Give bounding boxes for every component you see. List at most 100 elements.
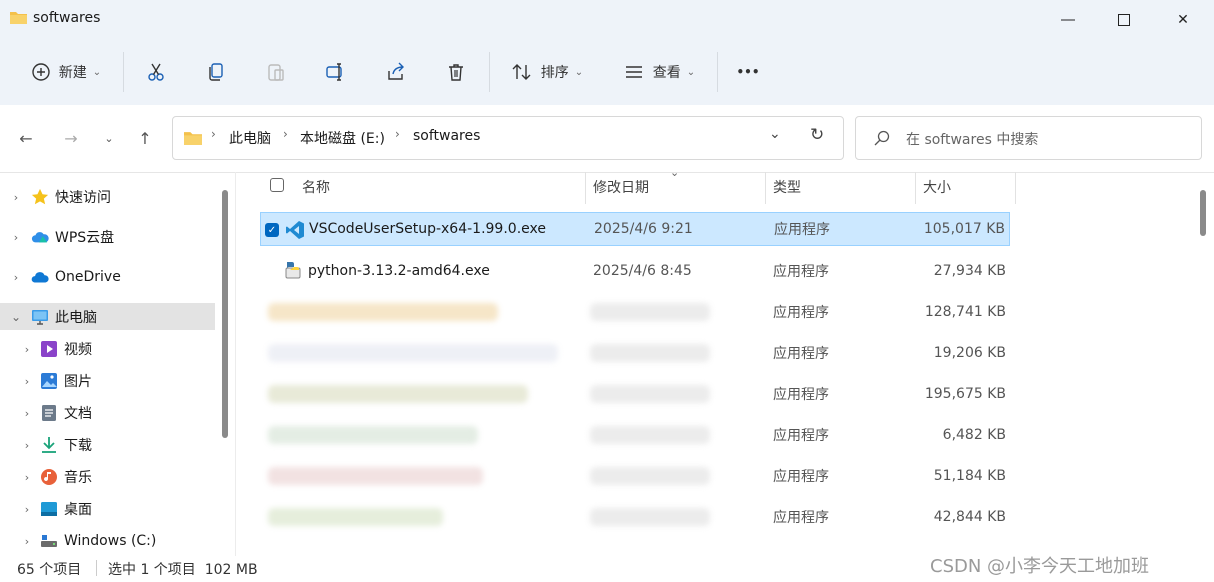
sidebar-item-desktop[interactable]: › 桌面 bbox=[0, 494, 215, 524]
new-button[interactable]: 新建 ⌄ bbox=[20, 50, 112, 94]
sort-label: 排序 bbox=[540, 65, 569, 81]
column-divider[interactable] bbox=[765, 172, 766, 204]
chevron-down-icon: ⌄ bbox=[10, 309, 22, 324]
back-button[interactable]: ← bbox=[12, 124, 40, 152]
cut-button[interactable] bbox=[138, 50, 174, 94]
sidebar-item-label: 快速访问 bbox=[55, 190, 111, 206]
breadcrumb-drive-e[interactable]: 本地磁盘 (E:) bbox=[300, 128, 385, 148]
column-divider[interactable] bbox=[915, 172, 916, 204]
sidebar-item-quick-access[interactable]: › 快速访问 bbox=[0, 182, 215, 212]
column-header-label: 修改日期 bbox=[593, 180, 649, 196]
address-history-button[interactable]: ⌄ bbox=[769, 126, 781, 142]
search-icon bbox=[874, 130, 890, 146]
cloud-icon bbox=[31, 228, 49, 246]
minimize-button[interactable]: ― bbox=[1045, 0, 1091, 40]
delete-button[interactable] bbox=[438, 50, 474, 94]
table-row[interactable]: 应用程序 6,482 KB bbox=[260, 418, 1010, 452]
close-button[interactable]: ✕ bbox=[1160, 0, 1206, 40]
chevron-right-icon: › bbox=[395, 127, 400, 141]
copy-button[interactable] bbox=[198, 50, 234, 94]
status-divider bbox=[96, 560, 97, 576]
column-header-size[interactable]: 大小 bbox=[923, 172, 951, 202]
search-placeholder: 在 softwares 中搜索 bbox=[906, 132, 1039, 148]
redacted-file-name bbox=[268, 508, 443, 526]
select-all-checkbox[interactable] bbox=[270, 178, 284, 192]
arrow-right-icon: → bbox=[64, 128, 78, 148]
document-icon bbox=[40, 404, 58, 422]
file-name: VSCodeUserSetup-x64-1.99.0.exe bbox=[309, 221, 546, 237]
redacted-file-date bbox=[590, 426, 710, 444]
column-header-name[interactable]: 名称 bbox=[302, 172, 330, 202]
search-box[interactable]: 在 softwares 中搜索 bbox=[855, 116, 1202, 160]
forward-button[interactable]: → bbox=[57, 124, 85, 152]
maximize-icon bbox=[1118, 14, 1130, 26]
paste-button[interactable] bbox=[258, 50, 294, 94]
table-row[interactable]: 应用程序 128,741 KB bbox=[260, 295, 1010, 329]
sidebar-scrollbar[interactable] bbox=[222, 190, 228, 438]
picture-icon bbox=[40, 372, 58, 390]
redacted-file-name bbox=[268, 344, 558, 362]
sidebar-item-this-pc[interactable]: ⌄ 此电脑 bbox=[0, 303, 215, 330]
file-list-scrollbar[interactable] bbox=[1200, 190, 1206, 236]
file-type: 应用程序 bbox=[773, 387, 829, 403]
breadcrumb-softwares[interactable]: softwares bbox=[413, 128, 480, 144]
chevron-right-icon: › bbox=[283, 127, 288, 141]
arrow-up-icon: ↑ bbox=[138, 128, 152, 148]
column-header-date[interactable]: 修改日期 bbox=[593, 172, 649, 202]
checkmark-icon: ✓ bbox=[267, 224, 277, 236]
address-bar[interactable]: › 此电脑 › 本地磁盘 (E:) › softwares ⌄ ↻ bbox=[172, 116, 844, 160]
chevron-right-icon: › bbox=[13, 270, 19, 284]
more-options-button[interactable]: ••• bbox=[730, 50, 766, 94]
view-button[interactable]: 查看 ⌄ bbox=[617, 50, 701, 94]
redacted-file-date bbox=[590, 385, 710, 403]
maximize-button[interactable] bbox=[1101, 0, 1147, 40]
column-divider[interactable] bbox=[1015, 172, 1016, 204]
arrow-left-icon: ← bbox=[19, 128, 33, 148]
table-row[interactable]: 应用程序 19,206 KB bbox=[260, 336, 1010, 370]
window-title: softwares bbox=[33, 10, 101, 26]
sidebar-item-drive-c[interactable]: › Windows (C:) bbox=[0, 526, 215, 556]
recent-locations-button[interactable]: ⌄ bbox=[95, 124, 123, 152]
sidebar-item-downloads[interactable]: › 下载 bbox=[0, 430, 215, 460]
sort-button[interactable]: 排序 ⌄ bbox=[505, 50, 589, 94]
chevron-down-icon: ⌄ bbox=[574, 66, 584, 78]
redacted-file-date bbox=[590, 344, 710, 362]
copy-icon bbox=[209, 63, 223, 81]
column-header-type[interactable]: 类型 bbox=[773, 172, 801, 202]
chevron-right-icon: › bbox=[13, 190, 19, 204]
sidebar-item-pictures[interactable]: › 图片 bbox=[0, 366, 215, 396]
up-button[interactable]: ↑ bbox=[131, 124, 159, 152]
file-size: 6,482 KB bbox=[942, 427, 1006, 443]
more-icon: ••• bbox=[736, 65, 760, 79]
redacted-file-date bbox=[590, 303, 710, 321]
chevron-down-icon: ⌄ bbox=[104, 131, 114, 145]
column-divider[interactable] bbox=[585, 172, 586, 204]
file-size: 27,934 KB bbox=[933, 263, 1006, 279]
close-icon: ✕ bbox=[1177, 12, 1189, 28]
python-installer-icon bbox=[285, 262, 301, 279]
chevron-right-icon: › bbox=[211, 127, 216, 141]
column-header-label: 名称 bbox=[302, 180, 330, 196]
table-row[interactable]: 应用程序 42,844 KB bbox=[260, 500, 1010, 534]
sidebar-item-label: 音乐 bbox=[64, 470, 92, 486]
table-row[interactable]: python-3.13.2-amd64.exe 2025/4/6 8:45 应用… bbox=[260, 254, 1010, 288]
sidebar-item-documents[interactable]: › 文档 bbox=[0, 398, 215, 428]
sidebar-item-videos[interactable]: › 视频 bbox=[0, 334, 215, 364]
table-row[interactable]: 应用程序 51,184 KB bbox=[260, 459, 1010, 493]
refresh-button[interactable]: ↻ bbox=[810, 125, 824, 145]
sidebar-item-onedrive[interactable]: › OneDrive bbox=[0, 262, 215, 292]
sidebar-item-wps-cloud[interactable]: › WPS云盘 bbox=[0, 222, 215, 252]
desktop-icon bbox=[40, 500, 58, 518]
chevron-down-icon: ⌄ bbox=[686, 66, 696, 78]
table-row[interactable]: 应用程序 195,675 KB bbox=[260, 377, 1010, 411]
sidebar-item-music[interactable]: › 音乐 bbox=[0, 462, 215, 492]
share-button[interactable] bbox=[378, 50, 414, 94]
sidebar-item-label: 下载 bbox=[64, 438, 92, 454]
folder-icon bbox=[10, 12, 27, 24]
sort-icon bbox=[512, 64, 531, 80]
rename-button[interactable] bbox=[318, 50, 354, 94]
breadcrumb-this-pc[interactable]: 此电脑 bbox=[229, 128, 271, 148]
vscode-icon bbox=[286, 221, 304, 239]
table-row[interactable]: ✓ VSCodeUserSetup-x64-1.99.0.exe 2025/4/… bbox=[260, 212, 1010, 246]
row-checkbox[interactable]: ✓ bbox=[265, 223, 279, 237]
